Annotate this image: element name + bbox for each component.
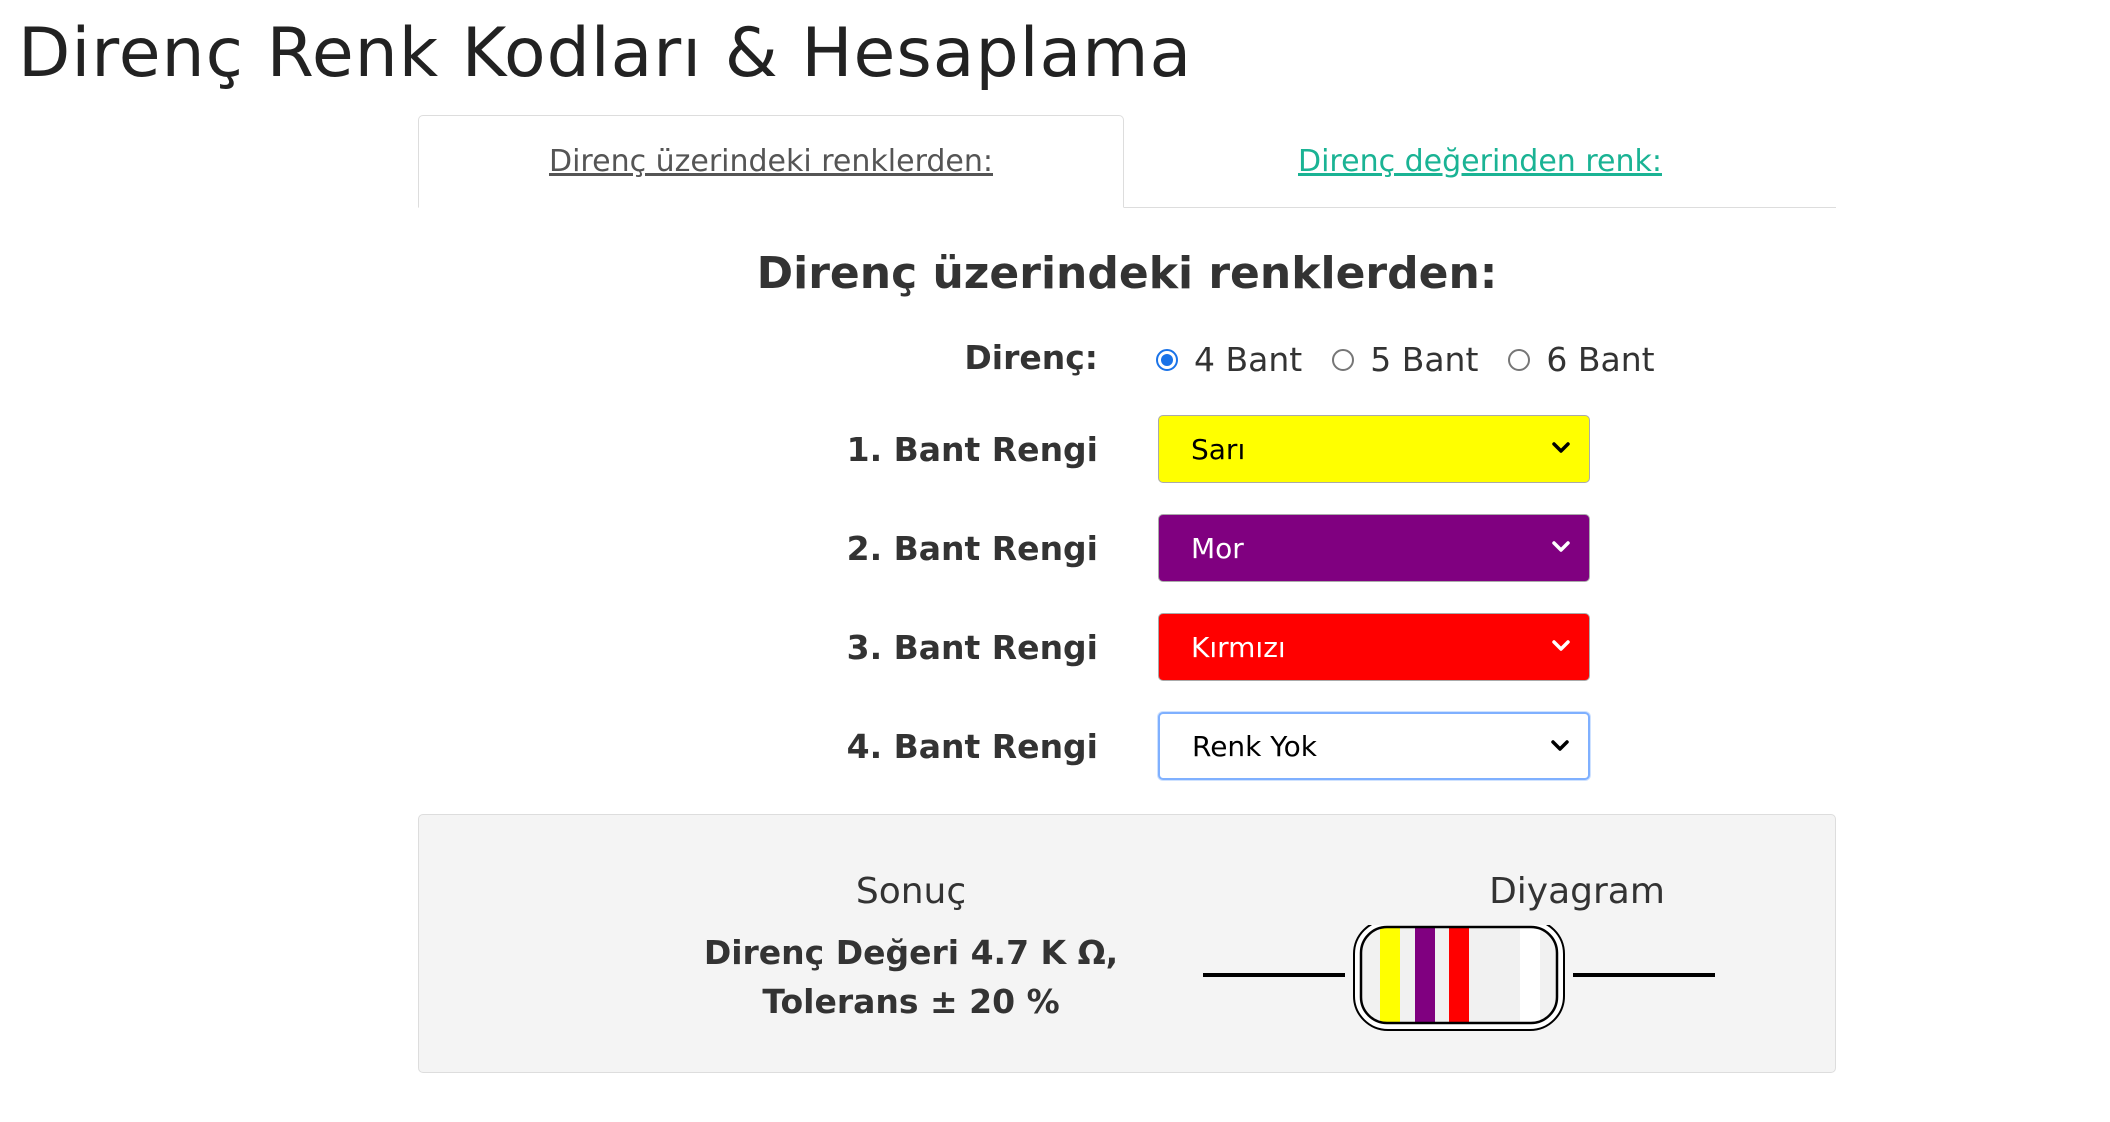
band-1-select[interactable]: Sarı [1158, 415, 1590, 483]
resistor-type-label: Direnç: [964, 338, 1098, 377]
diagram-title: Diyagram [1489, 871, 1665, 912]
band-3-label: 3. Bant Rengi [846, 628, 1098, 667]
band-3-select[interactable]: Kırmızı [1158, 613, 1590, 681]
resistance-value: Direnç Değeri 4.7 K Ω, [703, 933, 1119, 972]
section-title: Direnç üzerindeki renklerden: [756, 248, 1498, 299]
radio-5-band-label: 5 Bant [1370, 340, 1479, 379]
band-1-label: 1. Bant Rengi [846, 430, 1098, 469]
radio-4-band[interactable]: 4 Bant [1156, 340, 1302, 379]
tolerance-value: Tolerans ± 20 % [762, 982, 1060, 1021]
band-3-value: Kırmızı [1191, 630, 1286, 664]
band-1-value: Sarı [1191, 432, 1246, 466]
resistor-band-1 [1380, 927, 1400, 1023]
band-4-label: 4. Bant Rengi [846, 727, 1098, 766]
band-2-select[interactable]: Mor [1158, 514, 1590, 582]
resistor-band-4 [1520, 927, 1540, 1023]
chevron-down-icon [1551, 740, 1569, 751]
chevron-down-icon [1552, 442, 1570, 453]
tab-bar: Direnç üzerindeki renklerden: Direnç değ… [418, 115, 1836, 208]
tab-colors-to-value[interactable]: Direnç üzerindeki renklerden: [418, 115, 1124, 208]
tab-value-to-colors[interactable]: Direnç değerinden renk: [1124, 115, 1836, 207]
band-4-select[interactable]: Renk Yok [1158, 712, 1590, 780]
radio-6-band-control[interactable] [1508, 348, 1531, 371]
band-2-label: 2. Bant Rengi [846, 529, 1098, 568]
radio-5-band[interactable]: 5 Bant [1332, 340, 1478, 379]
page-title: Direnç Renk Kodları & Hesaplama [18, 14, 1193, 93]
band-4-value: Renk Yok [1192, 729, 1318, 763]
chevron-down-icon [1552, 541, 1570, 552]
resistor-band-3 [1449, 927, 1469, 1023]
radio-4-band-label: 4 Bant [1194, 340, 1303, 379]
chevron-down-icon [1552, 640, 1570, 651]
band-2-value: Mor [1191, 531, 1244, 565]
resistor-diagram [1203, 925, 1715, 1031]
result-panel: Sonuç Direnç Değeri 4.7 K Ω, Tolerans ± … [418, 814, 1836, 1073]
radio-6-band-label: 6 Bant [1546, 340, 1655, 379]
radio-6-band[interactable]: 6 Bant [1508, 340, 1655, 379]
radio-4-band-control[interactable] [1156, 348, 1178, 371]
band-count-radio-group: 4 Bant 5 Bant 6 Bant [1156, 340, 1685, 379]
resistor-band-2 [1415, 927, 1435, 1023]
radio-5-band-control[interactable] [1332, 348, 1355, 371]
result-title: Sonuç [855, 871, 967, 912]
